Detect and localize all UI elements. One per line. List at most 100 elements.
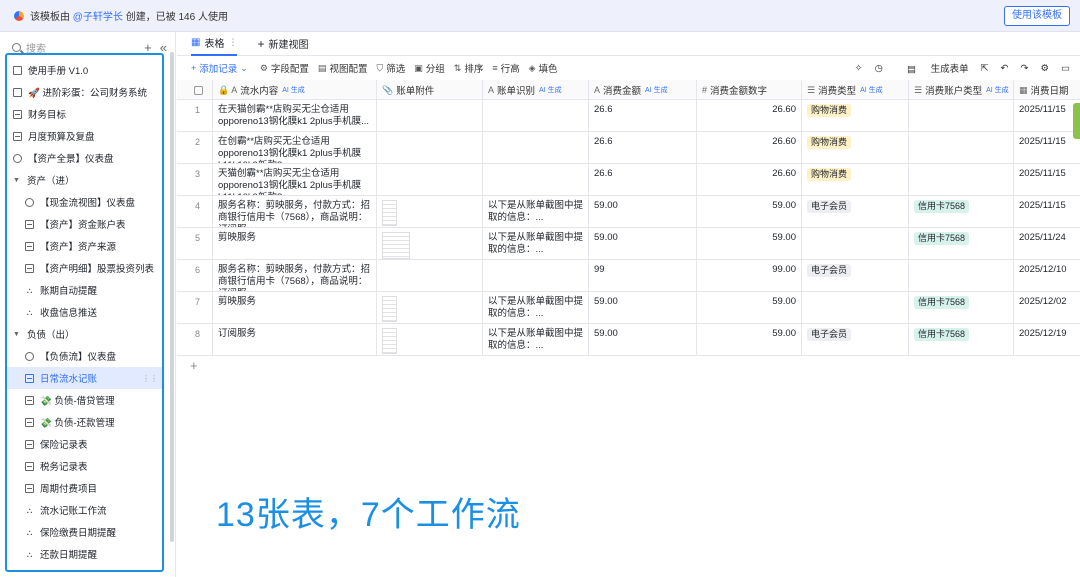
sidebar-item[interactable]: 财务目标 (7, 103, 162, 125)
sidebar-item[interactable]: ⛬ 收盘信息推送 (7, 301, 162, 323)
sidebar-item[interactable]: ⛬ 账期自动提醒 (7, 279, 162, 301)
new-view-button[interactable]: + 新建视图 (257, 32, 308, 56)
cell-bill-recognition[interactable]: 以下是从账单截图中提取的信息：... (483, 228, 589, 259)
cell-type[interactable] (802, 292, 909, 323)
cell-content[interactable]: 剪映服务 (213, 292, 377, 323)
attachment-thumbnail[interactable] (382, 328, 397, 354)
cell-amount-number[interactable]: 26.60 (697, 164, 802, 195)
sidebar-item[interactable]: 日常流水记账 ⋮⋮ (7, 367, 162, 389)
group-button[interactable]: ▣ 分组 (414, 61, 445, 76)
attachment-thumbnail[interactable] (382, 232, 410, 259)
cell-attachment[interactable] (377, 132, 483, 163)
cell-amount-number[interactable]: 59.00 (697, 324, 802, 355)
cell-amount[interactable]: 59.00 (589, 324, 697, 355)
view-config-button[interactable]: ▤ 视图配置 (318, 61, 368, 76)
cell-date[interactable]: 2025/12/10 (1014, 260, 1080, 291)
cell-attachment[interactable] (377, 260, 483, 291)
table-row[interactable]: 4服务名称：剪映服务，付款方式：招商银行信用卡（7568），商品说明：订阅服..… (177, 196, 1080, 228)
cell-amount[interactable]: 59.00 (589, 196, 697, 227)
cell-bill-recognition[interactable] (483, 260, 589, 291)
table-row[interactable]: 7 剪映服务 以下是从账单截图中提取的信息：... 59.00 59.00 信用卡7568… (177, 292, 1080, 324)
cell-date[interactable]: 2025/11/24 (1014, 228, 1080, 259)
cell-account-type[interactable] (909, 132, 1014, 163)
cell-amount-number[interactable]: 59.00 (697, 196, 802, 227)
cell-content[interactable]: 剪映服务 (213, 228, 377, 259)
table-row[interactable]: 3天猫创霸**店购买无尘仓适用opporeno13钢化膜k1 2plus手机膜k… (177, 164, 1080, 196)
column-header[interactable]: ☰ 消费类型 AI 生成 (802, 80, 909, 100)
row-height-button[interactable]: ≡ 行高 (492, 61, 519, 75)
cell-date[interactable]: 2025/12/02 (1014, 292, 1080, 323)
drag-handle-icon[interactable]: ⋮⋮ (142, 374, 158, 383)
sidebar-item[interactable]: 【资产】资产来源 (7, 235, 162, 257)
cell-content[interactable]: 在天猫创霸**店购买无尘仓适用opporeno13钢化膜k1 2plus手机膜.… (213, 100, 377, 131)
cell-account-type[interactable] (909, 260, 1014, 291)
more-icon[interactable]: ⋮ (228, 37, 237, 48)
cell-account-type[interactable] (909, 100, 1014, 131)
sidebar-item[interactable]: 💸 负债-借贷管理 (7, 389, 162, 411)
table-row[interactable]: 1 在天猫创霸**店购买无尘仓适用opporeno13钢化膜k1 2plus手机膜… (177, 100, 1080, 132)
cell-type[interactable]: 电子会员 (802, 324, 909, 355)
cell-amount-number[interactable]: 59.00 (697, 292, 802, 323)
ai-sparkle-icon[interactable]: ✧ (855, 63, 863, 74)
generate-form-button[interactable]: ▤ 生成表单 (895, 61, 969, 75)
table-row[interactable]: 6服务名称：剪映服务，付款方式：招商银行信用卡（7568），商品说明：订阅服..… (177, 260, 1080, 292)
cell-content[interactable]: 天猫创霸**店购买无尘仓适用opporeno13钢化膜k1 2plus手机膜k1… (213, 164, 377, 195)
sidebar-item[interactable]: 🚀 进阶彩蛋：公司财务系统 (7, 81, 162, 103)
cell-amount-number[interactable]: 99.00 (697, 260, 802, 291)
cell-amount-number[interactable]: 26.60 (697, 100, 802, 131)
cell-content[interactable]: 服务名称：剪映服务，付款方式：招商银行信用卡（7568），商品说明：订阅服... (213, 260, 377, 291)
cell-amount[interactable]: 59.00 (589, 228, 697, 259)
cell-account-type[interactable]: 信用卡7568 (909, 196, 1014, 227)
tab-table-view[interactable]: ▦ 表格 ⋮ (191, 32, 238, 56)
cell-content[interactable]: 在创霸**店购买无尘仓适用opporeno13钢化膜k1 2plus手机膜k11… (213, 132, 377, 163)
cell-amount-number[interactable]: 59.00 (697, 228, 802, 259)
sidebar-item[interactable]: 【负债流】仪表盘 (7, 345, 162, 367)
add-row-button[interactable]: + (190, 358, 198, 373)
add-record-button[interactable]: + 添加记录 ⌄ (191, 61, 251, 76)
attachment-thumbnail[interactable] (382, 200, 397, 226)
history-icon[interactable]: ◷ (875, 63, 883, 74)
cell-date[interactable]: 2025/11/15 (1014, 132, 1080, 163)
sidebar-item[interactable]: ⛬ 流水记账工作流 (7, 499, 162, 521)
cell-amount[interactable]: 26.6 (589, 100, 697, 131)
share-icon[interactable]: ⇱ (981, 63, 989, 74)
comment-icon[interactable]: ▭ (1061, 63, 1070, 74)
cell-amount[interactable]: 59.00 (589, 292, 697, 323)
settings-icon[interactable]: ⚙ (1040, 63, 1049, 74)
filter-button[interactable]: ⛉ 筛选 (376, 61, 405, 76)
cell-amount[interactable]: 26.6 (589, 132, 697, 163)
sidebar-item[interactable]: 【资产明细】股票投资列表 (7, 257, 162, 279)
cell-amount[interactable]: 99 (589, 260, 697, 291)
cell-date[interactable]: 2025/11/15 (1014, 164, 1080, 195)
cell-attachment[interactable] (377, 164, 483, 195)
table-row[interactable]: 8 订阅服务 以下是从账单截图中提取的信息：... 59.00 59.00 电子会员 信用卡… (177, 324, 1080, 356)
cell-type[interactable]: 电子会员 (802, 196, 909, 227)
column-header[interactable]: 📎 账单附件 (377, 80, 483, 100)
sidebar-item[interactable]: ▼ 负债（出） (7, 323, 162, 345)
field-config-button[interactable]: ⚙ 字段配置 (260, 61, 309, 76)
side-panel-handle[interactable] (1073, 103, 1080, 139)
cell-bill-recognition[interactable]: 以下是从账单截图中提取的信息：... (483, 292, 589, 323)
cell-account-type[interactable] (909, 164, 1014, 195)
cell-bill-recognition[interactable] (483, 132, 589, 163)
table-row[interactable]: 5 剪映服务 以下是从账单截图中提取的信息：... 59.00 59.00 信用卡7568… (177, 228, 1080, 260)
use-template-button[interactable]: 使用该模板 (1004, 6, 1070, 26)
undo-icon[interactable]: ↶ (1001, 63, 1009, 74)
cell-type[interactable] (802, 228, 909, 259)
sort-button[interactable]: ⇅ 排序 (454, 61, 484, 76)
select-all-checkbox[interactable] (177, 80, 213, 100)
cell-account-type[interactable]: 信用卡7568 (909, 324, 1014, 355)
cell-attachment[interactable] (377, 324, 483, 355)
sidebar-item[interactable]: ⛬ 还款日期提醒 (7, 543, 162, 565)
redo-icon[interactable]: ↷ (1021, 63, 1029, 74)
sidebar-item[interactable]: 周期付费项目 (7, 477, 162, 499)
cell-type[interactable]: 购物消费 (802, 164, 909, 195)
cell-type[interactable]: 购物消费 (802, 132, 909, 163)
cell-bill-recognition[interactable] (483, 100, 589, 131)
cell-type[interactable]: 电子会员 (802, 260, 909, 291)
column-header[interactable]: A 账单识别 AI 生成 (483, 80, 589, 100)
sidebar-item[interactable]: 使用手册 V1.0 (7, 59, 162, 81)
cell-attachment[interactable] (377, 292, 483, 323)
sidebar-item[interactable]: 💸 负债-还款管理 (7, 411, 162, 433)
cell-content[interactable]: 服务名称：剪映服务，付款方式：招商银行信用卡（7568），商品说明：订阅服... (213, 196, 377, 227)
